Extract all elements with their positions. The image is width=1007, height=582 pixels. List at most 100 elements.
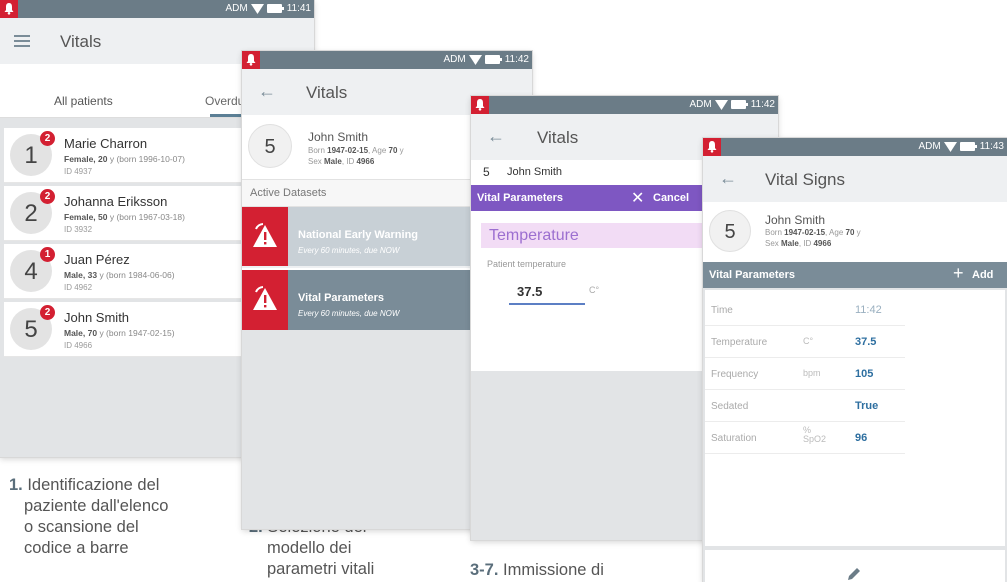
patient-sex-id: Sex Male, ID 4966 — [308, 157, 375, 166]
patient-demographics: Female, 20 y (born 1996-10-07) — [64, 154, 185, 164]
signal-icon — [943, 141, 957, 152]
patient-born: Born 1947-02-15, Age 70 y — [765, 228, 861, 237]
clock: 11:42 — [750, 99, 775, 110]
battery-icon — [484, 55, 502, 64]
vital-row-time[interactable]: Time 11:42 — [705, 294, 905, 326]
battery-icon — [730, 100, 748, 109]
vital-value: 37.5 — [855, 336, 877, 348]
battery-icon — [266, 4, 284, 13]
back-arrow-icon[interactable]: ← — [487, 126, 505, 147]
patient-demographics: Male, 70 y (born 1947-02-15) — [64, 328, 175, 338]
vital-value: True — [855, 400, 879, 412]
clock: 11:42 — [504, 54, 529, 65]
alert-badge: 2 — [40, 131, 55, 146]
clock: 11:41 — [286, 3, 311, 14]
alarm-bell-icon[interactable] — [471, 96, 489, 114]
dataset-title: Vital Parameters — [298, 292, 385, 304]
field-sublabel: Patient temperature — [487, 259, 567, 269]
status-bar: ADM 11:43 — [703, 138, 1007, 156]
vital-unit: C° — [803, 336, 814, 346]
patient-header: 5 John Smith Born 1947-02-15, Age 70 y S… — [703, 202, 1007, 262]
vital-label: Sedated — [711, 401, 749, 412]
patient-name: Marie Charron — [64, 136, 148, 151]
vital-value: 105 — [855, 368, 874, 380]
patient-number: 5 — [709, 210, 751, 252]
clock: 11:43 — [979, 141, 1004, 152]
status-bar: ADM 11:41 — [0, 0, 314, 18]
overdue-warning-icon — [253, 223, 277, 247]
vital-label: Saturation — [711, 433, 757, 444]
section-bar: Vital Parameters + Add — [703, 262, 1007, 288]
pencil-icon[interactable] — [846, 566, 862, 582]
vital-row-sedated[interactable]: Sedated True — [705, 390, 905, 422]
patient-demographics: Male, 33 y (born 1984-06-06) — [64, 270, 175, 280]
back-arrow-icon[interactable]: ← — [258, 81, 276, 102]
status-bar: ADM 11:42 — [242, 51, 532, 69]
vital-signs-body: Time 11:42 Temperature C° 37.5 Frequency… — [703, 288, 1007, 582]
page-title: Vital Signs — [765, 170, 846, 189]
dataset-schedule: Every 60 minutes, due NOW — [298, 246, 400, 255]
patient-name: John Smith — [507, 166, 563, 178]
alarm-bell-icon[interactable] — [0, 0, 18, 18]
app-toolbar: ← Vital Signs — [703, 156, 1007, 202]
field-title: Temperature — [489, 227, 579, 244]
patient-name: John Smith — [64, 310, 130, 325]
patient-born: Born 1947-02-15, Age 70 y — [308, 146, 404, 155]
dataset-schedule: Every 60 minutes, due NOW — [298, 309, 400, 318]
alert-badge: 2 — [40, 189, 55, 204]
active-datasets-label: Active Datasets — [250, 187, 327, 199]
page-title: Vitals — [306, 83, 348, 102]
patient-id: ID 4966 — [64, 341, 93, 350]
menu-icon[interactable] — [14, 35, 30, 47]
alarm-bell-icon[interactable] — [703, 138, 721, 156]
vital-unit: bpm — [803, 368, 821, 378]
carrier-label: ADM — [689, 99, 712, 110]
caption-step-1: 1. Identificazione del paziente dall'ele… — [9, 476, 169, 557]
patient-name: Johanna Eriksson — [64, 194, 168, 209]
vital-label: Time — [711, 305, 733, 316]
patient-demographics: Female, 50 y (born 1967-03-18) — [64, 212, 185, 222]
add-button[interactable]: Add — [972, 269, 993, 281]
signal-icon — [714, 99, 728, 110]
cancel-button[interactable]: Cancel — [653, 192, 689, 204]
close-icon[interactable]: ✕ — [631, 188, 644, 208]
vital-row-temperature[interactable]: Temperature C° 37.5 — [705, 326, 905, 358]
vital-unit: % SpO2 — [803, 425, 827, 444]
tab-all-patients[interactable]: All patients — [54, 94, 113, 108]
page-title: Vitals — [537, 128, 579, 147]
section-title: Vital Parameters — [709, 269, 796, 281]
vital-signs-card: Time 11:42 Temperature C° 37.5 Frequency… — [705, 290, 1005, 546]
patient-id: ID 3932 — [64, 225, 93, 234]
patient-sex-id: Sex Male, ID 4966 — [765, 239, 832, 248]
temperature-input[interactable]: 37.5 — [509, 283, 585, 305]
vital-label: Frequency — [711, 369, 759, 380]
patient-name: Juan Pérez — [64, 252, 130, 267]
patient-name: John Smith — [765, 213, 826, 227]
edit-bar — [705, 550, 1005, 582]
vital-label: Temperature — [711, 337, 768, 348]
patient-number: 5 — [483, 165, 490, 179]
temperature-value: 37.5 — [517, 284, 543, 299]
battery-icon — [959, 142, 977, 151]
patient-id: ID 4937 — [64, 167, 93, 176]
carrier-label: ADM — [225, 3, 248, 14]
patient-id: ID 4962 — [64, 283, 93, 292]
back-arrow-icon[interactable]: ← — [719, 168, 737, 189]
carrier-label: ADM — [443, 54, 466, 65]
vital-value: 96 — [855, 432, 868, 444]
plus-icon[interactable]: + — [953, 263, 964, 284]
page-title: Vitals — [60, 32, 102, 51]
dataset-title: National Early Warning — [298, 229, 419, 241]
status-bar: ADM 11:42 — [471, 96, 778, 114]
vital-row-frequency[interactable]: Frequency bpm 105 — [705, 358, 905, 390]
dataset-alert-tile — [242, 270, 288, 330]
signal-icon — [468, 54, 482, 65]
vital-value: 11:42 — [855, 304, 882, 316]
overdue-warning-icon — [253, 286, 277, 310]
vital-row-saturation[interactable]: Saturation % SpO2 96 — [705, 422, 905, 454]
patient-name: John Smith — [308, 130, 369, 144]
caption-step-3-7: 3-7. Immissione di — [470, 561, 604, 579]
patient-number: 5 — [248, 124, 292, 168]
temperature-unit: C° — [589, 285, 600, 295]
alarm-bell-icon[interactable] — [242, 51, 260, 69]
